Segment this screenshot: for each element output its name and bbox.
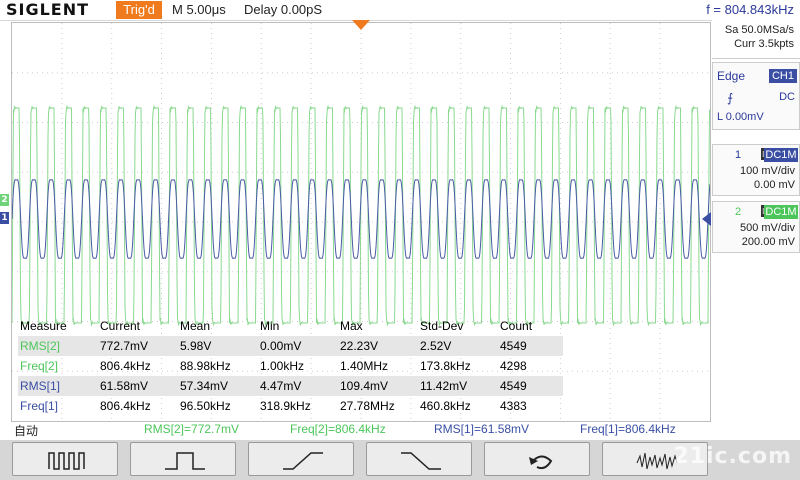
vertical-offset: 200.00 mV: [741, 236, 795, 248]
delay-readout[interactable]: Delay 0.00pS: [244, 0, 322, 20]
table-row: RMS[2] 772.7mV 5.98V 0.00mV 22.23V 2.52V…: [18, 336, 563, 356]
column-header: Mean: [180, 319, 211, 333]
table-cell: 4549: [500, 379, 527, 393]
acquire-mode: 自动: [14, 424, 39, 438]
table-row: Freq[1] 806.4kHz 96.50kHz 318.9kHz 27.78…: [18, 396, 563, 416]
falling-ramp-icon: [401, 452, 441, 470]
table-cell: 22.23V: [340, 339, 379, 353]
column-header: Max: [340, 319, 363, 333]
table-cell: 1.40MHz: [340, 359, 389, 373]
memory-depth: Curr 3.5kpts: [734, 38, 794, 50]
table-cell: 11.42mV: [420, 379, 468, 393]
trigger-settings-box[interactable]: Edge CH1 ⨍ DC L 0.00mV: [712, 62, 800, 130]
table-cell: 1.00kHz: [260, 359, 305, 373]
trigger-position-marker-icon[interactable]: [352, 20, 370, 30]
table-cell: 806.4kHz: [100, 399, 151, 413]
channel-coupling: DC1M: [764, 148, 798, 162]
table-cell: 772.7mV: [100, 339, 149, 353]
top-status-bar: SIGLENT Trig'd M 5.00μs Delay 0.00pS f =…: [0, 0, 800, 21]
status-item: Freq[2]=806.4kHz: [290, 422, 386, 436]
timebase-readout[interactable]: M 5.00μs: [172, 0, 226, 20]
column-header: Std-Dev: [420, 319, 464, 333]
rising-ramp-icon: [283, 452, 323, 470]
trigger-coupling: DC: [779, 91, 795, 103]
trigger-status-badge[interactable]: Trig'd: [116, 1, 162, 19]
measure-name: Freq[1]: [20, 399, 59, 413]
pulse-train-button[interactable]: [12, 442, 118, 476]
table-row: RMS[1] 61.58mV 57.34mV 4.47mV 109.4mV 11…: [18, 376, 563, 396]
channel-2-settings[interactable]: 2 ▣ DC1M 500 mV/div 200.00 mV: [712, 201, 800, 253]
trigger-source-badge: CH1: [769, 69, 797, 83]
vertical-scale: 100 mV/div: [739, 165, 795, 177]
table-cell: 173.8kHz: [420, 359, 471, 373]
status-item: RMS[1]=61.58mV: [434, 422, 530, 436]
ch2-offset-marker-icon[interactable]: 2: [0, 194, 9, 206]
measurement-status-line: 自动 RMS[2]=772.7mV Freq[2]=806.4kHz RMS[1…: [0, 422, 800, 438]
table-cell: 460.8kHz: [420, 399, 471, 413]
falling-ramp-button[interactable]: [366, 442, 472, 476]
table-cell: 109.4mV: [340, 379, 389, 393]
sample-rate: Sa 50.0MSa/s: [724, 24, 794, 36]
table-header-row: Measure Current Mean Min Max Std-Dev Cou…: [18, 316, 563, 336]
table-cell: 4298: [500, 359, 527, 373]
measure-name: RMS[1]: [20, 379, 61, 393]
table-cell: 2.52V: [420, 339, 452, 353]
trigger-level: L 0.00mV: [717, 111, 764, 123]
status-item: Freq[1]=806.4kHz: [580, 422, 676, 436]
brand-logo: SIGLENT: [6, 0, 90, 19]
channel-1-settings[interactable]: 1 ▣ DC1M 100 mV/div 0.00 mV: [712, 144, 800, 196]
channel-coupling: DC1M: [764, 205, 798, 219]
trigger-level-marker-icon[interactable]: [702, 212, 711, 226]
table-row: Freq[2] 806.4kHz 88.98kHz 1.00kHz 1.40MH…: [18, 356, 563, 376]
vertical-scale: 500 mV/div: [739, 222, 795, 234]
trigger-type: Edge: [717, 69, 746, 83]
single-pulse-button[interactable]: [130, 442, 236, 476]
vertical-offset: 0.00 mV: [754, 179, 795, 191]
column-header: Current: [100, 319, 141, 333]
measurement-table: Measure Current Mean Min Max Std-Dev Cou…: [18, 316, 563, 416]
pulse-train-icon: [48, 452, 85, 470]
measure-name: Freq[2]: [20, 359, 59, 373]
table-cell: 4549: [500, 339, 527, 353]
table-cell: 57.34mV: [180, 379, 229, 393]
column-header: Measure: [20, 319, 67, 333]
table-cell: 61.58mV: [100, 379, 149, 393]
status-item: RMS[2]=772.7mV: [144, 422, 240, 436]
table-cell: 4.47mV: [260, 379, 302, 393]
channel-number: 1: [734, 149, 742, 161]
column-header: Count: [500, 319, 533, 333]
column-header: Min: [260, 319, 280, 333]
watermark: 21ic.com: [673, 444, 792, 469]
channel-number: 2: [734, 206, 742, 218]
undo-arrow-icon: [529, 455, 553, 470]
table-cell: 27.78MHz: [340, 399, 395, 413]
table-cell: 4383: [500, 399, 527, 413]
undo-button[interactable]: [484, 442, 590, 476]
single-pulse-icon: [165, 452, 205, 470]
rising-ramp-button[interactable]: [248, 442, 354, 476]
measure-name: RMS[2]: [20, 339, 61, 353]
frequency-counter: f = 804.843kHz: [706, 2, 794, 17]
table-cell: 88.98kHz: [180, 359, 231, 373]
table-cell: 5.98V: [180, 339, 212, 353]
ch1-offset-marker-icon[interactable]: 1: [0, 212, 9, 224]
table-cell: 318.9kHz: [260, 399, 311, 413]
panel-divider: [712, 58, 800, 59]
table-cell: 96.50kHz: [180, 399, 231, 413]
table-cell: 0.00mV: [260, 339, 302, 353]
rising-edge-icon: ⨍: [727, 91, 734, 105]
table-cell: 806.4kHz: [100, 359, 151, 373]
